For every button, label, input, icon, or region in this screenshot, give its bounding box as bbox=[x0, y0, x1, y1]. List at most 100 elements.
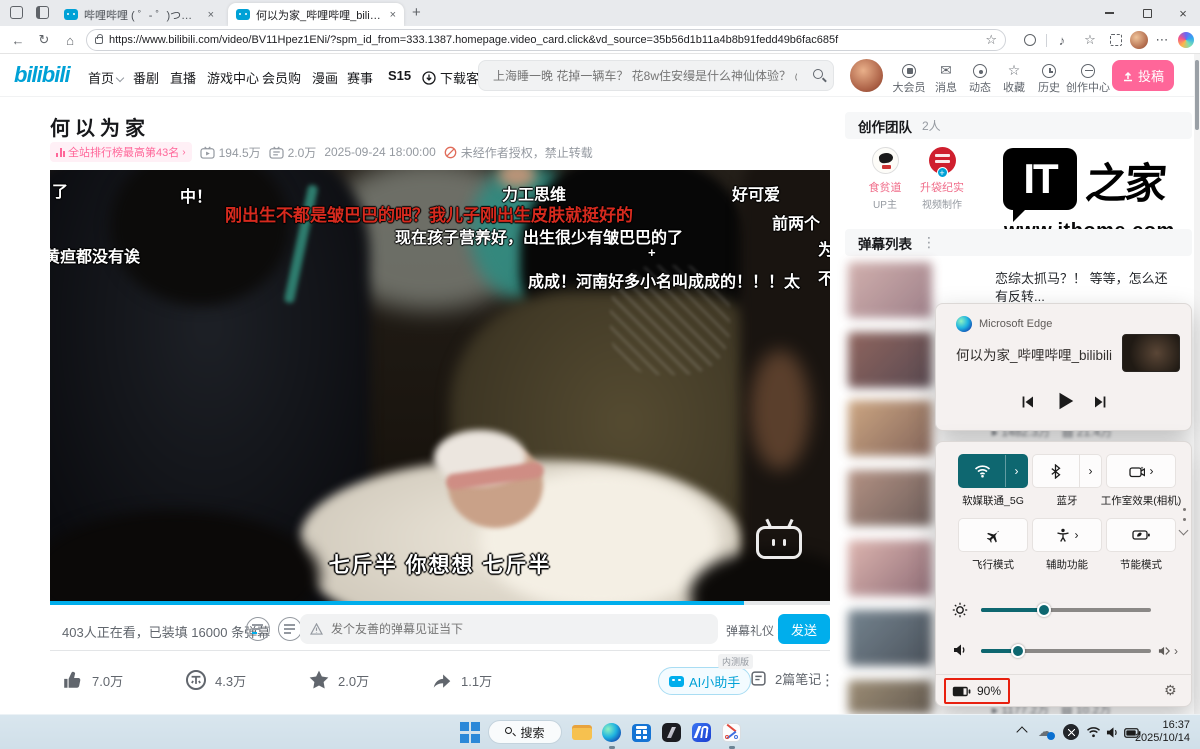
start-button[interactable] bbox=[460, 722, 481, 743]
home-icon[interactable]: ⌂ bbox=[60, 30, 80, 50]
danmaku-etiquette-link[interactable]: 弹幕礼仪 › bbox=[726, 622, 781, 639]
tab-active[interactable]: 何以为家_哔哩哔哩_bilibili × bbox=[228, 3, 404, 26]
page-scrollbar[interactable] bbox=[1194, 54, 1200, 714]
search-icon[interactable] bbox=[813, 69, 823, 79]
tray-expand-chevron[interactable] bbox=[1016, 726, 1027, 737]
wifi-tile[interactable]: › bbox=[958, 454, 1028, 488]
next-track-button[interactable] bbox=[1088, 390, 1112, 414]
accessibility-tile[interactable]: › bbox=[1032, 518, 1102, 552]
favorite-button[interactable]: 2.0万 bbox=[308, 669, 369, 691]
member-avatar[interactable]: + bbox=[929, 147, 956, 174]
wifi-expand-chevron[interactable]: › bbox=[1005, 455, 1027, 487]
nav-esports[interactable]: 赛事 bbox=[347, 68, 373, 87]
taskbar-search[interactable]: 搜索 bbox=[488, 720, 562, 744]
media-control-icon[interactable]: ♪ bbox=[1052, 30, 1072, 50]
menu-messages[interactable]: ✉消息 bbox=[929, 62, 963, 95]
blurred-thumbnail[interactable] bbox=[848, 400, 932, 456]
tab-close-icon[interactable]: × bbox=[390, 9, 396, 21]
tray-wifi-icon[interactable] bbox=[1086, 726, 1101, 738]
address-bar[interactable]: https://www.bilibili.com/video/BV11Hpez1… bbox=[86, 29, 1006, 51]
snipping-tool-icon[interactable] bbox=[722, 722, 743, 743]
nav-game-center[interactable]: 游戏中心 bbox=[207, 68, 259, 87]
blurred-thumbnail[interactable] bbox=[848, 680, 932, 714]
blurred-thumbnail[interactable] bbox=[848, 540, 932, 596]
settings-gear-icon[interactable]: ⚙ bbox=[1164, 682, 1177, 699]
like-button[interactable]: 7.0万 bbox=[62, 669, 123, 691]
brightness-slider[interactable] bbox=[981, 608, 1151, 612]
danmaku-list-menu-icon[interactable]: ⋮ bbox=[922, 234, 936, 251]
team-member-up[interactable]: 食贫道 UP主 bbox=[855, 147, 915, 211]
danmaku-toggle-icon[interactable] bbox=[246, 617, 270, 641]
member-name[interactable]: 升袋纪实 bbox=[912, 179, 972, 195]
window-minimize-button[interactable] bbox=[1092, 0, 1126, 26]
taskbar-clock[interactable]: 16:37 2025/10/14 bbox=[1135, 719, 1190, 745]
tray-volume-icon[interactable] bbox=[1106, 726, 1120, 739]
scrollbar-thumb[interactable] bbox=[1195, 60, 1199, 130]
airplane-mode-tile[interactable] bbox=[958, 518, 1028, 552]
danmaku-settings-icon[interactable] bbox=[278, 617, 302, 641]
danmaku-input-box[interactable] bbox=[300, 614, 718, 644]
nav-live[interactable]: 直播 bbox=[170, 68, 196, 87]
energy-saver-tile[interactable] bbox=[1106, 518, 1176, 552]
workspaces-icon[interactable] bbox=[10, 6, 23, 19]
nav-manga[interactable]: 漫画 bbox=[312, 68, 338, 87]
nav-home[interactable]: 首页 bbox=[88, 68, 123, 87]
brightness-slider-thumb[interactable] bbox=[1037, 603, 1051, 617]
coin-button[interactable]: 4.3万 bbox=[185, 669, 246, 691]
blurred-thumbnail[interactable] bbox=[848, 262, 932, 318]
search-input[interactable] bbox=[491, 68, 799, 84]
microsoft-store-icon[interactable] bbox=[632, 722, 653, 743]
favorites-icon[interactable]: ☆ bbox=[1080, 30, 1100, 50]
member-name[interactable]: 食贫道 bbox=[855, 179, 915, 195]
send-danmaku-button[interactable]: 发送 bbox=[778, 614, 830, 644]
back-icon[interactable]: ← bbox=[8, 30, 28, 50]
volume-slider-thumb[interactable] bbox=[1011, 644, 1025, 658]
volume-slider[interactable] bbox=[981, 649, 1151, 653]
refresh-icon[interactable]: ↻ bbox=[34, 30, 54, 50]
window-close-button[interactable]: × bbox=[1166, 0, 1200, 26]
user-avatar[interactable] bbox=[850, 59, 883, 92]
play-button[interactable] bbox=[1050, 386, 1080, 416]
new-tab-button[interactable]: + bbox=[412, 4, 421, 21]
nav-shop[interactable]: 会员购 bbox=[262, 68, 301, 87]
follow-plus-icon[interactable]: + bbox=[937, 167, 948, 178]
member-avatar[interactable] bbox=[872, 147, 899, 174]
recommended-video-title[interactable]: 恋综太抓马？！ 等等，怎么还 有反转... bbox=[995, 270, 1168, 306]
menu-vip[interactable]: 大会员 bbox=[892, 62, 926, 95]
edge-icon[interactable] bbox=[602, 722, 623, 743]
notes-button[interactable]: 2篇笔记 bbox=[750, 669, 821, 688]
menu-feed[interactable]: 动态 bbox=[963, 62, 997, 95]
bilibili-logo[interactable]: bilibili bbox=[14, 62, 70, 88]
onedrive-icon[interactable]: ☁ bbox=[1038, 723, 1052, 740]
danmaku-input[interactable] bbox=[329, 621, 708, 637]
tab-close-icon[interactable]: × bbox=[208, 9, 214, 21]
menu-creator-center[interactable]: 创作中心 bbox=[1066, 62, 1110, 95]
bluetooth-tile[interactable]: › bbox=[1032, 454, 1102, 488]
ai-assistant-button[interactable]: AI小助手 bbox=[658, 667, 751, 695]
menu-history[interactable]: 历史 bbox=[1032, 62, 1066, 95]
nav-s15[interactable]: S15 bbox=[388, 68, 411, 83]
more-actions-icon[interactable]: ⋮ bbox=[820, 671, 835, 689]
nav-anime[interactable]: 番剧 bbox=[133, 68, 159, 87]
team-member-editor[interactable]: + 升袋纪实 视频制作 bbox=[912, 147, 972, 211]
bluetooth-expand-chevron[interactable]: › bbox=[1079, 455, 1101, 487]
web-capture-icon[interactable] bbox=[1106, 30, 1126, 50]
previous-track-button[interactable] bbox=[1016, 390, 1040, 414]
media-popup-title[interactable]: 何以为家_哔哩哔哩_bilibili bbox=[956, 344, 1116, 364]
dark-app-icon[interactable] bbox=[662, 722, 683, 743]
blue-app-icon[interactable] bbox=[692, 722, 713, 743]
audio-output-selector[interactable]: › bbox=[1158, 644, 1178, 658]
more-tiles-chevron[interactable] bbox=[1179, 526, 1189, 536]
vertical-tabs-icon[interactable] bbox=[36, 6, 49, 19]
menu-favorites[interactable]: ☆收藏 bbox=[997, 62, 1031, 95]
copilot-icon[interactable] bbox=[1178, 32, 1194, 48]
rank-badge[interactable]: 全站排行榜最高第43名› bbox=[50, 142, 192, 162]
blurred-thumbnail[interactable] bbox=[848, 610, 932, 666]
player-progress-bar[interactable] bbox=[50, 601, 830, 605]
browser-menu-icon[interactable]: ⋯ bbox=[1152, 30, 1172, 50]
browser-profile-avatar[interactable] bbox=[1130, 31, 1148, 49]
blurred-thumbnail[interactable] bbox=[848, 470, 932, 526]
browser-essentials-icon[interactable] bbox=[1020, 30, 1040, 50]
search-box[interactable] bbox=[478, 60, 834, 91]
video-player[interactable]: 了 中！ 力工思维 好可爱 刚出生不都是皱巴巴的吧？我儿子刚出生皮肤就挺好的 现… bbox=[50, 170, 830, 605]
